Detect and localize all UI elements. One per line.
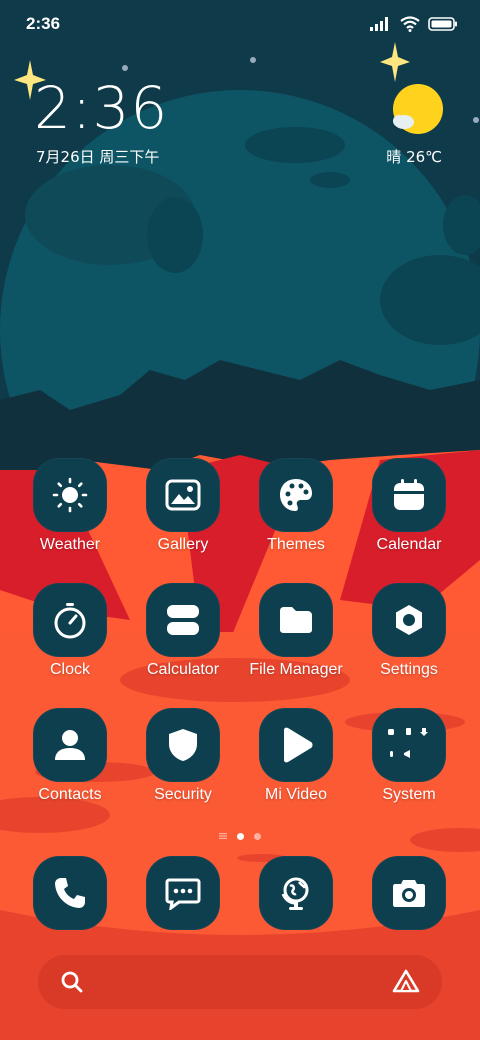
globe-icon [281,877,309,910]
app-clock[interactable]: Clock [14,583,126,679]
status-time: 2:36 [26,14,61,33]
app-label: Mi Video [265,786,327,803]
app-label: System [382,786,436,803]
palette-icon [280,479,312,511]
page-indicator[interactable] [200,830,280,842]
app-security[interactable]: Security [127,708,239,804]
app-tile[interactable] [372,856,446,930]
image-icon [165,479,201,511]
app-tile[interactable] [33,856,107,930]
app-label: File Manager [249,661,343,678]
app-tile[interactable] [33,708,107,782]
app-label: Calculator [146,661,220,678]
play-icon [284,727,313,763]
chat-icon [165,878,201,910]
status-bar: 2:36 [0,0,480,50]
app-tile[interactable] [259,583,333,657]
sun-icon [52,477,88,513]
app-tile[interactable] [146,583,220,657]
app-tile[interactable] [259,458,333,532]
signal-icon [370,17,388,31]
stopwatch-icon [54,603,86,639]
calculator-icon [167,605,199,635]
page-dot[interactable] [254,832,261,840]
app-label: Calendar [376,536,442,553]
dock-phone[interactable] [14,856,126,930]
app-tile[interactable] [146,708,220,782]
app-tile[interactable] [259,856,333,930]
app-tile[interactable] [146,458,220,532]
app-file-manager[interactable]: File Manager [240,583,352,679]
app-label: Settings [380,661,438,678]
calendar-icon [394,479,424,510]
status-icons [370,14,458,34]
dock-browser[interactable] [240,856,352,930]
sun-icon[interactable] [390,82,446,136]
app-contacts[interactable]: Contacts [14,708,126,804]
app-system-folder[interactable]: System [353,708,465,804]
clock-widget-time[interactable]: 2:36 [34,78,168,138]
app-mi-video[interactable]: Mi Video [240,708,352,804]
list-view-icon [219,833,227,839]
person-icon [55,730,85,760]
battery-icon [428,17,457,31]
app-tile[interactable] [372,458,446,532]
gear-icon [396,605,422,635]
shield-icon [169,729,197,761]
camera-icon [393,880,425,907]
app-tile[interactable] [372,583,446,657]
clock-widget-date: 7月26日 周三下午 [36,148,160,166]
folder-grid-icon [388,728,428,758]
app-gallery[interactable]: Gallery [127,458,239,554]
app-tile[interactable] [146,856,220,930]
search-icon[interactable] [60,970,84,994]
app-label: Clock [49,661,90,678]
app-tile[interactable] [33,583,107,657]
wifi-icon [400,16,420,32]
app-label: Weather [39,536,101,553]
folder-icon [280,607,312,633]
app-calculator[interactable]: Calculator [127,583,239,679]
app-label: Contacts [38,786,102,803]
phone-icon [55,878,85,908]
app-label: Security [154,786,212,803]
app-tile[interactable] [259,708,333,782]
weather-widget-text[interactable]: 晴 26℃ [386,146,442,167]
assistant-icon[interactable] [392,969,420,995]
dock-camera[interactable] [353,856,465,930]
app-label: Gallery [157,536,209,553]
app-settings[interactable]: Settings [353,583,465,679]
app-label: Themes [267,536,325,553]
page-dot-active[interactable] [237,832,244,840]
search-bar[interactable] [38,955,442,1009]
app-tile[interactable] [33,458,107,532]
app-calendar[interactable]: Calendar [353,458,465,554]
app-weather[interactable]: Weather [14,458,126,554]
app-themes[interactable]: Themes [240,458,352,554]
app-tile[interactable] [372,708,446,782]
dock-messages[interactable] [127,856,239,930]
